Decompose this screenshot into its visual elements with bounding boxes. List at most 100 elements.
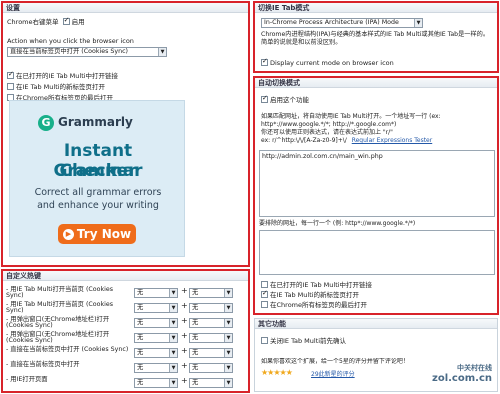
hotkey-select-1[interactable]: 无 ▼ [134,318,178,328]
auto-urls-value: http://admin.zol.com.cn/main_win.php [262,153,383,160]
hotkey-select-2-value: 无 [192,364,199,371]
hotkey-select-1-value: 无 [137,289,144,296]
exclude-urls-textarea[interactable] [259,230,495,275]
hotkey-select-2[interactable]: 无 ▼ [189,288,233,298]
switch-mode-title: 切换IE Tab模式 [255,3,497,13]
display-mode-checkbox[interactable] [261,57,268,66]
hotkey-label: - 用IE Tab Multi打开当前页 (Cookies Sync) [6,286,114,300]
chevron-down-icon: ▼ [224,379,232,387]
chevron-down-icon: ▼ [414,19,422,27]
auto-option[interactable]: 在IE Tab Multi的新标签页打开 [261,289,359,299]
hotkey-select-2-value: 无 [192,379,199,386]
hotkey-select-2[interactable]: 无 ▼ [189,378,233,388]
hotkey-select-2-value: 无 [192,304,199,311]
watermark-line-1: 中关村在线 [457,364,492,372]
mode-select[interactable]: In-Chrome Process Architecture (IPA) Mod… [261,18,423,28]
hotkey-select-2[interactable]: 无 ▼ [189,318,233,328]
reviews-link[interactable]: 29此新星的评分 [311,369,355,378]
hotkey-select-2[interactable]: 无 ▼ [189,303,233,313]
hotkey-row: - 用弹出窗口(无Chrome地址栏)打开 (Cookies Sync) 无 ▼ + 无… [6,316,246,330]
hotkey-select-1[interactable]: 无 ▼ [134,303,178,313]
chevron-down-icon: ▼ [224,364,232,372]
hotkey-select-1-value: 无 [137,364,144,371]
plus-icon: + [181,316,188,325]
hotkey-select-2-value: 无 [192,319,199,326]
checkbox[interactable] [261,280,268,288]
context-menu-row: Chrome右键菜单 启用 [7,16,85,27]
ad-body-1: Correct all grammar errors [34,187,162,198]
checkbox[interactable] [7,82,14,90]
chevron-down-icon: ▼ [158,48,166,56]
hotkey-select-2[interactable]: 无 ▼ [189,348,233,358]
ad-try-now-button[interactable]: ▶ Try Now [58,224,136,244]
display-mode-row[interactable]: Display current mode on browser icon [261,57,394,67]
hotkey-select-1-value: 无 [137,349,144,356]
confirm-close-checkbox[interactable] [261,336,268,344]
hotkey-select-1[interactable]: 无 ▼ [134,378,178,388]
auto-enable-row[interactable]: 启用这个功能 [261,94,309,104]
auto-option[interactable]: 在已打开的IE Tab Multi中打开链接 [261,280,373,289]
action-select[interactable]: 直接在当前标签页中打开 (Cookies Sync) ▼ [7,47,167,57]
auto-help-2: 你还可以使用正则表达式，请在表达式前加上 "r/" [261,129,393,136]
chevron-down-icon: ▼ [169,319,177,327]
context-menu-enable-checkbox[interactable] [62,16,70,25]
plus-icon: + [181,346,188,355]
auto-urls-textarea[interactable]: http://admin.zol.com.cn/main_win.php [259,150,495,217]
hotkey-label: - 直接在当前标签页中打开 [6,361,80,368]
auto-option-label: 在已打开的IE Tab Multi中打开链接 [270,281,373,289]
hotkey-select-2[interactable]: 无 ▼ [189,333,233,343]
mode-description: Chrome内进程结构(IPA)与经典的基本样式的IE Tab Multi或其他… [261,31,490,46]
action-label: Action when you click the browser icon [7,37,134,45]
hotkey-label: - 用弹出窗口(无Chrome地址栏)打开 (Cookies Sync) [6,331,110,345]
hotkey-row: - 直接在当前标签页中打开 (Cookies Sync) 无 ▼ + 无 ▼ [6,346,246,359]
hotkeys-title: 自定义热键 [3,271,248,281]
regex-tester-link[interactable]: Regular Expressions Tester [352,137,433,144]
watermark-line-2: zol.com.cn [432,373,492,384]
hotkey-select-1-value: 无 [137,304,144,311]
hotkey-select-1[interactable]: 无 ▼ [134,333,178,343]
hotkey-select-1-value: 无 [137,379,144,386]
chevron-down-icon: ▼ [224,319,232,327]
hotkey-row: - 用IE Tab Multi打开当前页 (Cookies Sync) 无 ▼ + 无 ▼ [6,286,246,300]
ad-body-2: and enhance your writing [37,200,159,211]
hotkey-select-2[interactable]: 无 ▼ [189,363,233,373]
ad-brand: Grammarly [58,115,133,129]
confirm-close-label: 关闭IE Tab Multi前先确认 [270,337,347,345]
hotkey-row: - 用IE打开页面无 ▼ + 无 ▼ [6,376,246,389]
ad-button-label: Try Now [76,227,132,241]
hotkey-select-1[interactable]: 无 ▼ [134,363,178,373]
grammarly-ad[interactable]: G Grammarly Instant Grammar Checker Corr… [9,100,185,257]
auto-help-1: 如果匹配网址，将自动使用IE Tab Multi打开。一个地址写一行 (ex: … [261,113,441,128]
mode-select-value: In-Chrome Process Architecture (IPA) Mod… [264,19,399,26]
auto-switch-panel: 自动切换模式 启用这个功能 如果匹配网址，将自动使用IE Tab Multi打开… [254,77,498,314]
ad-headline-2: Checker [59,161,137,181]
chevron-down-icon: ▼ [169,289,177,297]
auto-switch-title: 自动切换模式 [255,78,497,88]
chevron-down-icon: ▼ [169,334,177,342]
confirm-close-row[interactable]: 关闭IE Tab Multi前先确认 [261,336,347,345]
checkbox[interactable] [7,70,14,79]
rating-stars[interactable]: ★★★★★ [261,368,293,377]
context-menu-enable-label: 启用 [71,18,85,26]
settings-option[interactable]: 在已打开的IE Tab Multi中打开链接 [7,70,119,80]
auto-enable-label: 启用这个功能 [270,96,309,104]
context-menu-label: Chrome右键菜单 [7,18,59,26]
hotkey-select-1[interactable]: 无 ▼ [134,348,178,358]
play-icon: ▶ [62,229,74,240]
auto-enable-checkbox[interactable] [261,94,268,103]
hotkey-select-2-value: 无 [192,349,199,356]
rate-text: 如果你喜欢这个扩展，给一个5星的评分并留下评论吧！ [261,358,409,365]
hotkey-row: - 用弹出窗口(无Chrome地址栏)打开 (Cookies Sync) 无 ▼ + 无… [6,331,246,345]
hotkey-label: - 用弹出窗口(无Chrome地址栏)打开 (Cookies Sync) [6,316,110,330]
chevron-down-icon: ▼ [169,349,177,357]
plus-icon: + [181,376,188,385]
settings-title: 设置 [3,3,248,13]
auto-option[interactable]: 在Chrome所有标签页的最后打开 [261,300,367,309]
settings-option[interactable]: 在IE Tab Multi的新标签页打开 [7,82,105,91]
checkbox[interactable] [261,289,268,298]
hotkey-select-1[interactable]: 无 ▼ [134,288,178,298]
checkbox[interactable] [261,300,268,308]
auto-help-3-row: ex: r/^http:\/\/[A-Za-z0-9]+\/ Regular E… [261,137,495,145]
settings-option-label: 在已打开的IE Tab Multi中打开链接 [16,72,119,80]
exclude-label: 要排除的网址，每一行一个 (例: http*://www.google.*/*) [259,220,416,227]
